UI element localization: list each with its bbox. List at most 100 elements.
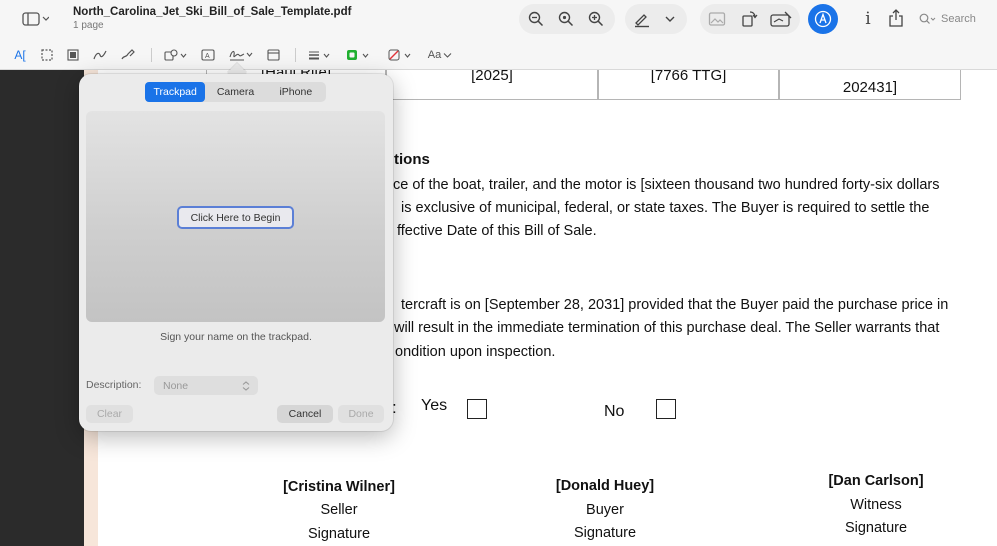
zoom-in-icon: [588, 11, 604, 27]
share-icon: [889, 9, 903, 27]
tab-trackpad[interactable]: Trackpad: [145, 82, 206, 102]
buyer-role: Buyer: [586, 502, 624, 518]
shapes-icon: [164, 49, 187, 61]
chevron-down-icon: [665, 16, 675, 22]
sign-form-button[interactable]: [769, 9, 793, 29]
border-color-tool[interactable]: [344, 46, 372, 64]
delivery-line-2: will result in the immediate termination…: [394, 320, 940, 336]
rect-selection-tool[interactable]: [38, 46, 56, 64]
signature-pad[interactable]: Click Here to Begin: [86, 111, 385, 322]
tab-camera[interactable]: Camera: [205, 82, 265, 102]
buyer-name: [Donald Huey]: [555, 478, 655, 494]
redact-icon: [67, 49, 79, 61]
zoom-fit-button[interactable]: [556, 9, 576, 29]
seller-signature-label: Signature: [307, 526, 371, 542]
text-selection-tool[interactable]: A[: [11, 46, 29, 64]
info-icon: i: [865, 9, 871, 29]
line-weight-icon: [309, 51, 330, 60]
rotate-icon: [742, 11, 758, 27]
draw-tool[interactable]: [119, 46, 137, 64]
sidebar-icon: [22, 12, 49, 26]
window-icon: [266, 49, 280, 61]
buyer-signature-label: Signature: [573, 525, 637, 541]
search-placeholder: Search: [941, 13, 976, 25]
sketch-tool[interactable]: [91, 46, 109, 64]
highlight-button[interactable]: [631, 9, 653, 29]
zoom-out-icon: [528, 11, 544, 27]
witness-name: [Dan Carlson]: [828, 473, 924, 489]
line-style-tool[interactable]: [307, 46, 333, 64]
border-color-icon: [347, 50, 369, 60]
redact-tool[interactable]: [64, 46, 82, 64]
updown-chevron-icon: [242, 380, 250, 391]
begin-signing-button[interactable]: Click Here to Begin: [177, 206, 294, 229]
rotate-button[interactable]: [738, 9, 760, 29]
zoom-out-button[interactable]: [526, 9, 546, 29]
clear-button[interactable]: Clear: [86, 405, 133, 423]
sidebar-toggle-button[interactable]: [20, 9, 50, 29]
toolbar-separator: [151, 48, 152, 62]
text-cursor-icon: A[: [14, 48, 26, 62]
zoom-fit-icon: [558, 11, 574, 27]
markup-toolbar: A[ A Aa: [0, 40, 997, 70]
info-button[interactable]: i: [858, 9, 878, 29]
highlight-options-button[interactable]: [662, 9, 678, 29]
no-fill-icon: [388, 49, 411, 61]
fill-color-tool[interactable]: [386, 46, 414, 64]
share-button[interactable]: [886, 8, 906, 28]
image-icon: [708, 12, 726, 26]
document-title: North_Carolina_Jet_Ski_Bill_of_Sale_Temp…: [73, 6, 352, 18]
markup-button[interactable]: [808, 4, 838, 34]
sketch-icon: [93, 50, 107, 60]
payment-heading: tions: [394, 151, 430, 168]
text-style-tool[interactable]: Aa: [426, 46, 454, 64]
search-field[interactable]: Search: [919, 9, 997, 29]
description-label: Description:: [86, 379, 142, 391]
toolbar-top-row: North_Carolina_Jet_Ski_Bill_of_Sale_Temp…: [0, 0, 997, 40]
tab-iphone[interactable]: iPhone: [266, 82, 326, 102]
cancel-button[interactable]: Cancel: [277, 405, 333, 423]
image-tool-button[interactable]: [706, 9, 728, 29]
draw-icon: [121, 49, 135, 60]
payment-line-1: ce of the boat, trailer, and the motor i…: [393, 177, 940, 193]
seller-role: Seller: [320, 502, 358, 518]
text-box-icon: A: [201, 49, 215, 61]
search-icon: [919, 13, 936, 24]
description-value: None: [163, 379, 189, 392]
witness-signature-label: Signature: [844, 520, 908, 536]
text-style-label: Aa: [427, 49, 442, 61]
chevron-down-icon: [443, 53, 452, 58]
dashed-rect-icon: [41, 49, 53, 61]
form-sign-icon: [770, 11, 792, 27]
toolbar: North_Carolina_Jet_Ski_Bill_of_Sale_Temp…: [0, 0, 997, 70]
sidebar-background: [0, 70, 84, 546]
document-page-count: 1 page: [73, 20, 104, 31]
zoom-in-button[interactable]: [586, 9, 606, 29]
text-box-tool[interactable]: A: [199, 46, 217, 64]
shapes-tool[interactable]: [163, 46, 189, 64]
pen-highlight-icon: [635, 14, 649, 28]
markup-pen-icon: [814, 10, 832, 28]
signature-source-tabs: Trackpad Camera iPhone: [145, 82, 326, 102]
payment-line-2: is exclusive of municipal, federal, or s…: [401, 200, 930, 216]
signature-tool[interactable]: [227, 46, 255, 64]
renew-no-checkbox[interactable]: [656, 399, 676, 419]
table-cell-text: 202431]: [842, 79, 898, 96]
signature-hint: Sign your name on the trackpad.: [160, 331, 312, 343]
seller-name: [Cristina Wilner]: [283, 479, 395, 495]
witness-role: Witness: [850, 497, 902, 513]
renew-yes-label: Yes: [421, 397, 448, 414]
signature-icon: [229, 50, 253, 61]
table-cell-text: [7766 TTG]: [650, 70, 727, 84]
page-layout-tool[interactable]: [264, 46, 282, 64]
description-select[interactable]: None: [154, 376, 258, 395]
delivery-line-1: tercraft is on [September 28, 2031] prov…: [401, 297, 949, 313]
table-cell-text: [2025]: [471, 70, 513, 84]
delivery-line-3: ondition upon inspection.: [395, 344, 556, 360]
signature-popover: Trackpad Camera iPhone Click Here to Beg…: [79, 74, 393, 431]
payment-line-3: ffective Date of this Bill of Sale.: [397, 223, 597, 239]
svg-text:A: A: [205, 53, 210, 60]
done-button[interactable]: Done: [338, 405, 384, 423]
toolbar-separator: [295, 48, 296, 62]
renew-yes-checkbox[interactable]: [467, 399, 487, 419]
